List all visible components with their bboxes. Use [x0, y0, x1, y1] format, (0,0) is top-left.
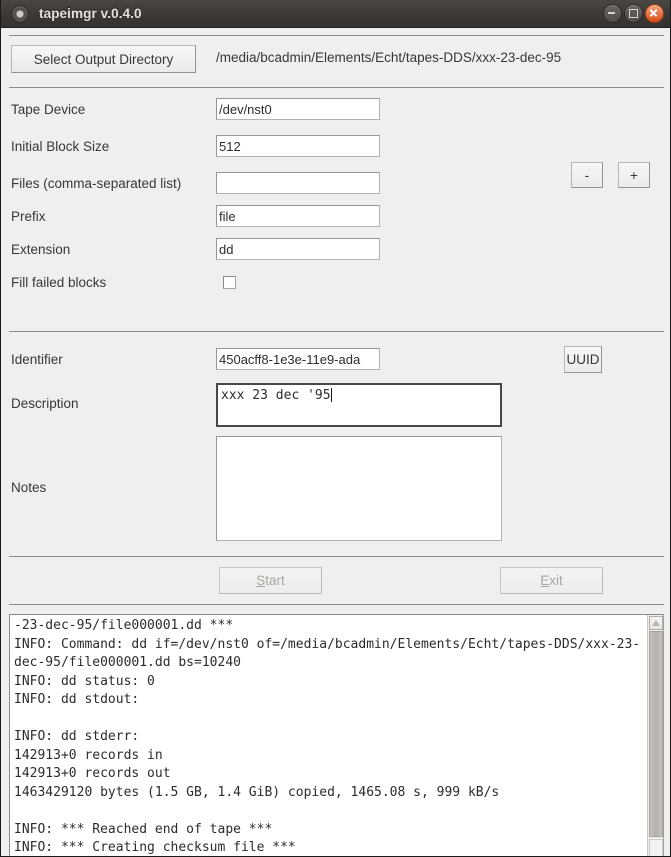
- start-button-label: Start: [256, 573, 285, 588]
- block-size-decrement-button[interactable]: -: [571, 162, 603, 188]
- tape-device-label: Tape Device: [11, 102, 86, 117]
- initial-block-size-input[interactable]: 512: [216, 135, 380, 157]
- scrollbar-thumb[interactable]: [649, 631, 663, 837]
- scroll-up-arrow-icon[interactable]: [649, 616, 663, 630]
- uuid-button-label: UUID: [566, 352, 600, 367]
- fill-failed-blocks-label: Fill failed blocks: [11, 275, 107, 290]
- window-content: Select Output Directory /media/bcadmin/E…: [1, 28, 670, 856]
- prefix-input[interactable]: file: [216, 205, 380, 227]
- tape-device-input[interactable]: /dev/nst0: [216, 98, 380, 120]
- start-button[interactable]: Start: [219, 567, 322, 594]
- output-directory-path: /media/bcadmin/Elements/Echt/tapes-DDS/x…: [216, 50, 562, 65]
- application-window: tapeimgr v.0.4.0 Select Output Directory…: [0, 0, 671, 857]
- window-title: tapeimgr v.0.4.0: [39, 6, 142, 21]
- initial-block-size-label: Initial Block Size: [11, 139, 110, 154]
- maximize-icon[interactable]: [624, 4, 643, 23]
- window-controls: [603, 4, 664, 23]
- block-size-decrement-label: -: [584, 167, 590, 183]
- tape-reel-icon: [11, 4, 29, 23]
- extension-label: Extension: [11, 242, 71, 257]
- select-output-directory-label: Select Output Directory: [33, 51, 174, 67]
- prefix-label: Prefix: [11, 209, 46, 224]
- separator-before-actions: [9, 556, 664, 557]
- title-bar[interactable]: tapeimgr v.0.4.0: [1, 0, 670, 28]
- files-label: Files (comma-separated list): [11, 176, 182, 191]
- start-label-rest: tart: [265, 573, 285, 588]
- log-output-text[interactable]: -23-dec-95/file000001.dd *** INFO: Comma…: [10, 615, 647, 856]
- select-output-directory-button[interactable]: Select Output Directory: [11, 45, 196, 73]
- separator-top: [9, 35, 664, 36]
- log-output-pane: -23-dec-95/file000001.dd *** INFO: Comma…: [9, 614, 664, 856]
- block-size-increment-button[interactable]: +: [618, 162, 650, 188]
- exit-label-rest: xit: [549, 573, 563, 588]
- log-scrollbar[interactable]: [647, 615, 663, 856]
- files-input[interactable]: [216, 172, 380, 194]
- text-caret: [330, 388, 332, 402]
- extension-input[interactable]: dd: [216, 238, 380, 260]
- fill-failed-blocks-checkbox[interactable]: [223, 276, 236, 289]
- notes-label: Notes: [11, 480, 47, 495]
- identifier-input[interactable]: 450acff8-1e3e-11e9-ada: [216, 348, 380, 370]
- start-accelerator: S: [256, 573, 266, 588]
- notes-textarea[interactable]: [216, 436, 502, 541]
- separator-before-log: [9, 604, 664, 605]
- identifier-label: Identifier: [11, 352, 63, 367]
- exit-accelerator: E: [540, 573, 550, 588]
- exit-button[interactable]: Exit: [500, 567, 603, 594]
- exit-button-label: Exit: [540, 573, 563, 588]
- close-icon[interactable]: [645, 4, 664, 23]
- separator-before-metadata: [9, 331, 664, 332]
- scrollbar-track-bottom[interactable]: [649, 839, 663, 856]
- minimize-icon[interactable]: [603, 4, 622, 23]
- separator-after-output: [9, 87, 664, 88]
- uuid-button[interactable]: UUID: [564, 346, 602, 373]
- description-textarea[interactable]: xxx 23 dec '95: [216, 383, 502, 427]
- description-value: xxx 23 dec '95: [221, 388, 331, 403]
- block-size-increment-label: +: [630, 167, 638, 183]
- description-label: Description: [11, 396, 79, 411]
